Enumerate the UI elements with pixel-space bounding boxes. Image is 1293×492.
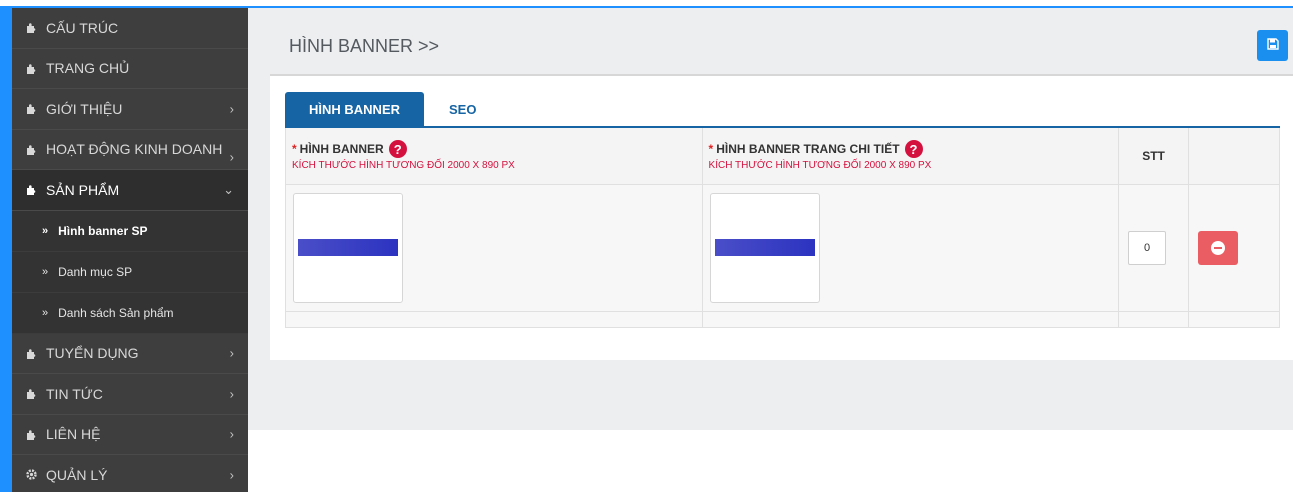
- chevron-right-icon: ›: [229, 345, 234, 361]
- sidebar-subitem-label: Hình banner SP: [58, 223, 148, 238]
- detail-banner-image-preview: [714, 238, 815, 256]
- save-button[interactable]: [1257, 30, 1288, 61]
- puzzle-icon: [24, 61, 38, 75]
- sidebar-subitem-danh-sach-san-pham[interactable]: » Danh sách Sản phẩm: [12, 292, 248, 334]
- column-header-actions: [1188, 126, 1280, 185]
- banner-image-preview: [298, 238, 398, 256]
- tab-hinh-banner[interactable]: HÌNH BANNER: [285, 92, 424, 126]
- table-row: [285, 183, 1280, 312]
- sidebar-subitem-label: Danh mục SP: [58, 264, 133, 279]
- puzzle-icon: [24, 183, 38, 197]
- column-header-stt: STT: [1118, 126, 1190, 185]
- required-mark: *: [708, 142, 714, 157]
- minus-circle-icon: [1211, 240, 1226, 255]
- gear-icon: [24, 468, 38, 482]
- column-header-hinh-banner: * HÌNH BANNER ? KÍCH THƯỚC HÌNH TƯƠNG ĐỐ…: [285, 126, 703, 185]
- top-accent-line: [0, 0, 1293, 8]
- puzzle-icon: [24, 21, 38, 35]
- sidebar-item-label: HOẠT ĐỘNG KINH DOANH: [46, 141, 223, 158]
- sidebar-item-trang-chu[interactable]: TRANG CHỦ: [12, 49, 248, 89]
- banner-table: * HÌNH BANNER ? KÍCH THƯỚC HÌNH TƯƠNG ĐỐ…: [285, 126, 1280, 328]
- double-chevron-right-icon: »: [42, 224, 49, 237]
- sidebar-subitem-hinh-banner-sp[interactable]: » Hình banner SP: [12, 210, 248, 252]
- sidebar-item-hoat-dong-kinh-doanh[interactable]: HOẠT ĐỘNG KINH DOANH ›: [12, 130, 248, 170]
- sidebar-item-label: TRANG CHỦ: [46, 60, 130, 77]
- sidebar-subitem-danh-muc-sp[interactable]: » Danh mục SP: [12, 251, 248, 293]
- sidebar-item-label: TIN TỨC: [46, 385, 103, 402]
- puzzle-icon: [24, 346, 38, 360]
- page-title: HÌNH BANNER >>: [289, 36, 440, 56]
- sidebar-item-gioi-thieu[interactable]: GIỚI THIỆU ›: [12, 89, 248, 130]
- column-hint: KÍCH THƯỚC HÌNH TƯƠNG ĐỐI 2000 X 890 PX: [708, 160, 932, 172]
- save-icon: [1266, 37, 1279, 55]
- cell-hinh-banner-chi-tiet: [701, 183, 1120, 312]
- puzzle-icon: [24, 142, 38, 156]
- page-header: HÌNH BANNER >>: [270, 8, 1293, 74]
- cell-actions: [1188, 183, 1280, 312]
- double-chevron-right-icon: »: [42, 265, 49, 278]
- column-title: HÌNH BANNER TRANG CHI TIẾT: [716, 142, 900, 157]
- sidebar-item-label: SẢN PHẨM: [46, 181, 120, 198]
- sidebar-item-quan-ly[interactable]: QUẢN LÝ ›: [12, 455, 248, 492]
- chevron-right-icon: ›: [229, 386, 234, 402]
- double-chevron-right-icon: »: [42, 306, 49, 319]
- cell-stt: [1118, 183, 1190, 312]
- banner-image-thumbnail[interactable]: [293, 192, 403, 303]
- sidebar-item-cau-truc[interactable]: CẤU TRÚC: [12, 8, 248, 49]
- tab-seo[interactable]: SEO: [449, 92, 476, 126]
- sidebar-item-san-pham[interactable]: SẢN PHẨM ⌄: [12, 170, 248, 211]
- sidebar-item-label: GIỚI THIỆU: [46, 100, 123, 117]
- detail-banner-image-thumbnail[interactable]: [709, 192, 820, 303]
- chevron-right-icon: ›: [229, 467, 234, 483]
- help-icon[interactable]: ?: [904, 140, 923, 159]
- content-panel: HÌNH BANNER SEO * HÌNH BANNER ? KÍCH THƯ…: [270, 74, 1293, 360]
- chevron-right-icon: ›: [229, 426, 234, 442]
- puzzle-icon: [24, 102, 38, 116]
- required-mark: *: [292, 142, 297, 157]
- sidebar-item-label: TUYỂN DỤNG: [46, 345, 139, 362]
- help-icon[interactable]: ?: [388, 140, 407, 159]
- table-header-row: * HÌNH BANNER ? KÍCH THƯỚC HÌNH TƯƠNG ĐỐ…: [285, 126, 1280, 185]
- column-hint: KÍCH THƯỚC HÌNH TƯƠNG ĐỐI 2000 X 890 PX: [292, 160, 515, 172]
- sidebar-item-tin-tuc[interactable]: TIN TỨC ›: [12, 374, 248, 415]
- sidebar-item-tuyen-dung[interactable]: TUYỂN DỤNG ›: [12, 334, 248, 374]
- delete-row-button[interactable]: [1198, 230, 1239, 265]
- sidebar-item-label: QUẢN LÝ: [46, 466, 108, 483]
- puzzle-icon: [24, 387, 38, 401]
- stt-input[interactable]: [1128, 230, 1167, 265]
- sidebar-subitem-label: Danh sách Sản phẩm: [58, 305, 174, 320]
- column-header-hinh-banner-chi-tiet: * HÌNH BANNER TRANG CHI TIẾT ? KÍCH THƯỚ…: [701, 126, 1120, 185]
- main-content: HÌNH BANNER >> HÌNH BANNER SEO * HÌNH BA…: [248, 8, 1293, 430]
- column-title: HÌNH BANNER: [299, 142, 384, 157]
- cell-hinh-banner: [285, 183, 703, 312]
- puzzle-icon: [24, 427, 38, 441]
- sidebar: CẤU TRÚC TRANG CHỦ GIỚI THIỆU › HOẠT ĐỘN…: [0, 8, 248, 492]
- sidebar-item-label: CẤU TRÚC: [46, 19, 119, 36]
- sidebar-item-lien-he[interactable]: LIÊN HỆ ›: [12, 415, 248, 455]
- chevron-right-icon: ›: [229, 101, 234, 117]
- chevron-right-icon: ›: [229, 149, 234, 165]
- table-row-empty: [285, 310, 1280, 328]
- sidebar-item-label: LIÊN HỆ: [46, 426, 101, 443]
- chevron-down-icon: ⌄: [223, 181, 234, 197]
